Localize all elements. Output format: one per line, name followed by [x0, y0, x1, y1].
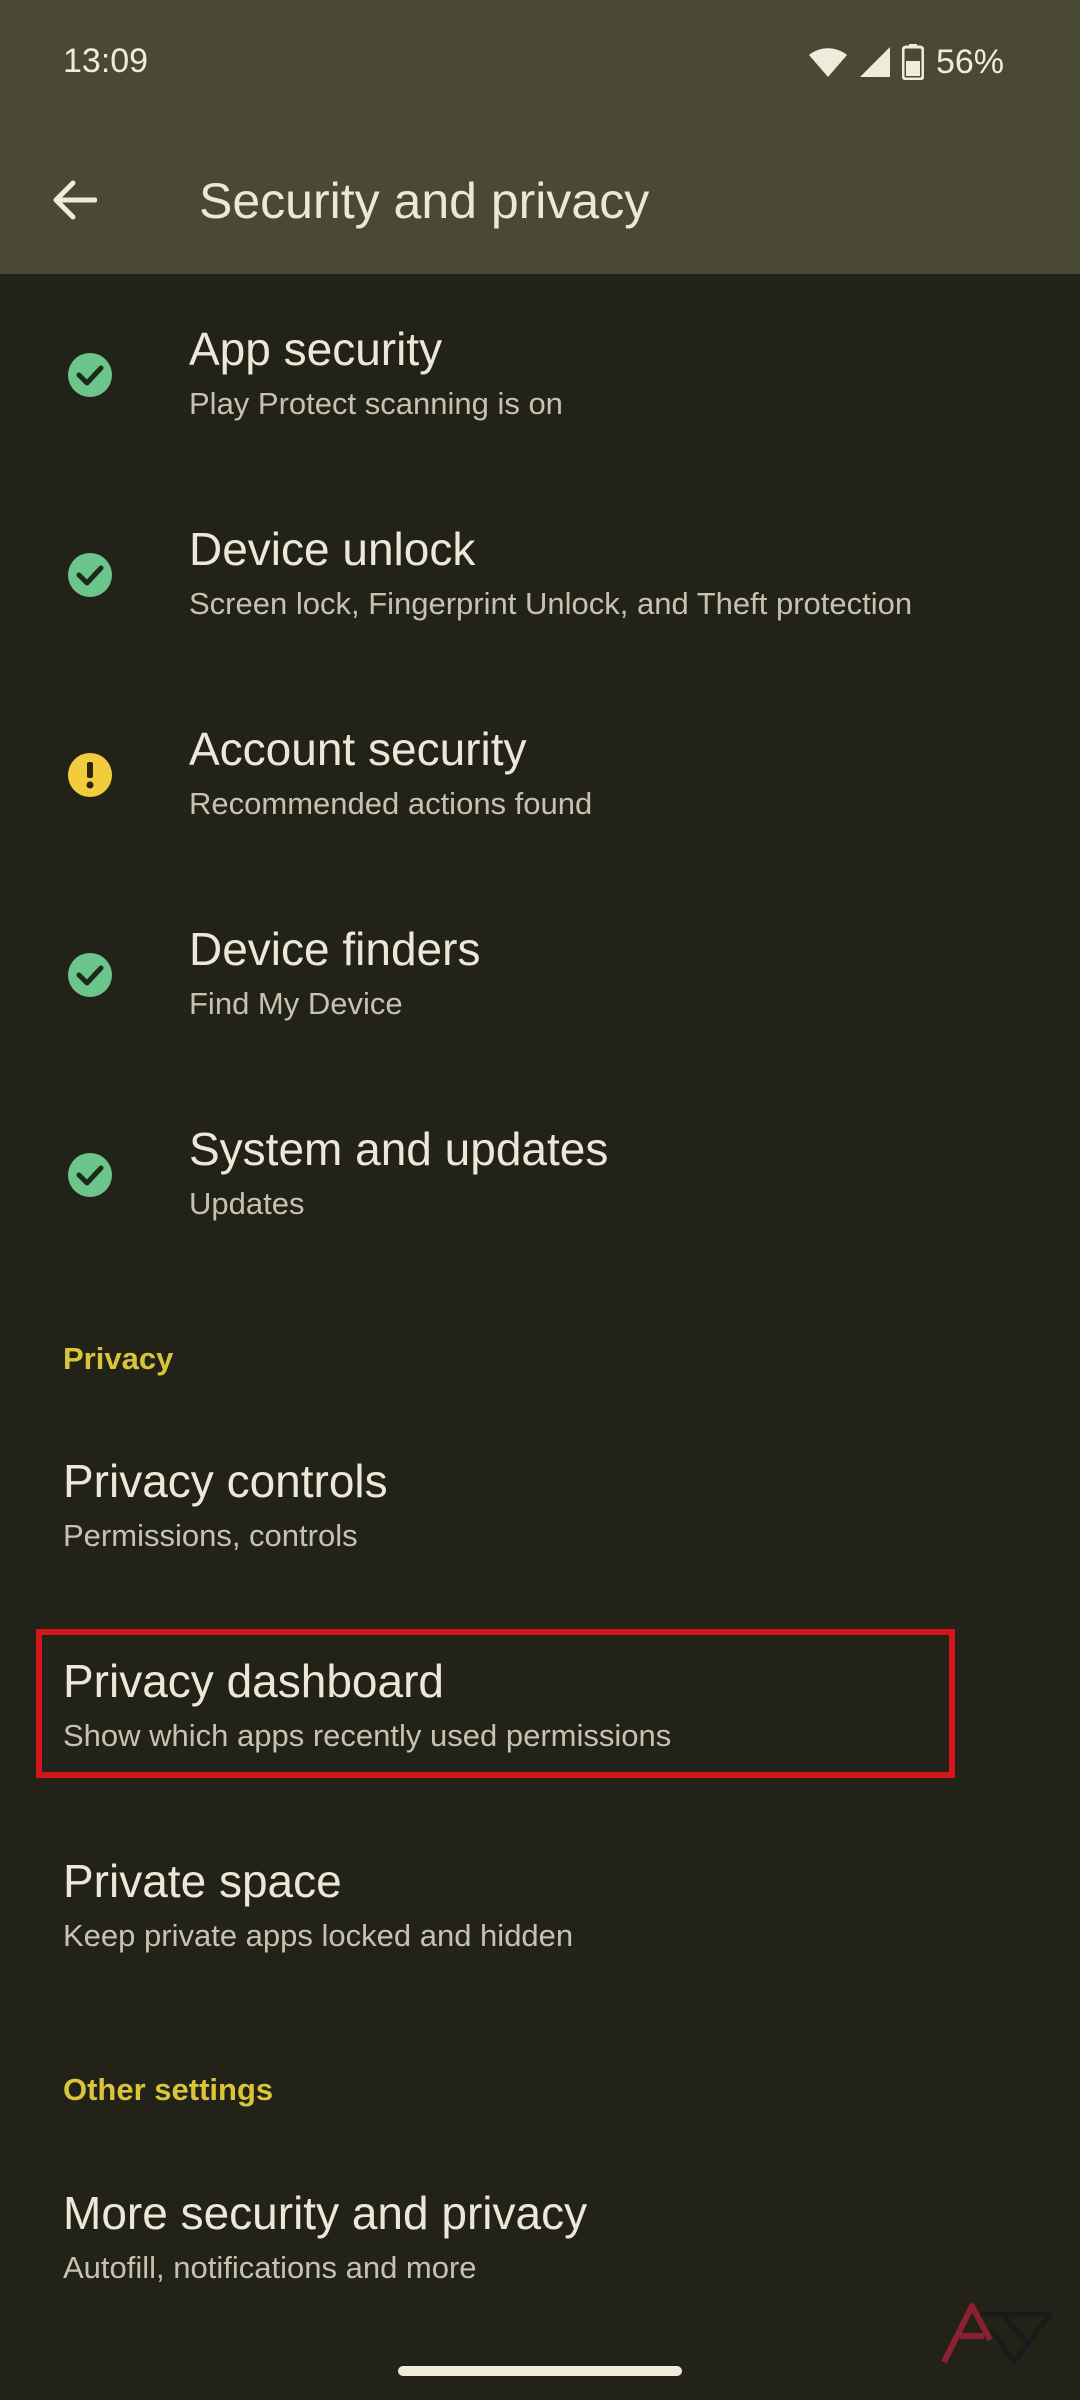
item-subtitle: Autofill, notifications and more: [63, 2250, 477, 2285]
item-title: Device finders: [189, 923, 481, 975]
check-circle-icon: [67, 952, 113, 998]
item-subtitle: Recommended actions found: [189, 786, 593, 821]
highlight-box: [36, 1629, 955, 1778]
android-police-logo: [940, 2296, 1053, 2366]
warning-circle-icon: [67, 752, 113, 798]
page-title: Security and privacy: [199, 173, 650, 229]
check-circle-icon: [67, 1152, 113, 1198]
list-item-privacy-controls[interactable]: Privacy controls Permissions, controls: [0, 1412, 1080, 1612]
item-subtitle: Screen lock, Fingerprint Unlock, and The…: [189, 586, 913, 621]
item-title: More security and privacy: [63, 2187, 588, 2239]
arrow-back-icon: [53, 180, 97, 220]
item-title: Account security: [189, 723, 527, 775]
item-subtitle: Find My Device: [189, 986, 403, 1021]
home-indicator[interactable]: [398, 2366, 682, 2376]
status-time: 13:09: [63, 42, 149, 80]
check-circle-icon: [67, 552, 113, 598]
section-header-other-settings: Other settings: [63, 2072, 274, 2107]
cell-signal-icon: [858, 45, 892, 79]
item-subtitle: Keep private apps locked and hidden: [63, 1918, 574, 1953]
section-header-privacy: Privacy: [63, 1341, 174, 1376]
check-circle-icon: [67, 352, 113, 398]
list-item-account-security[interactable]: Account security Recommended actions fou…: [0, 680, 1080, 880]
list-item-device-finders[interactable]: Device finders Find My Device: [0, 880, 1080, 1080]
item-subtitle: Play Protect scanning is on: [189, 386, 563, 421]
item-title: System and updates: [189, 1123, 609, 1175]
list-item-private-space[interactable]: Private space Keep private apps locked a…: [0, 1812, 1080, 2012]
wifi-icon: [808, 46, 848, 78]
item-title: Private space: [63, 1855, 342, 1907]
list-item-system-and-updates[interactable]: System and updates Updates: [0, 1080, 1080, 1280]
list-item-app-security[interactable]: App security Play Protect scanning is on: [0, 280, 1080, 480]
list-item-more-security-and-privacy[interactable]: More security and privacy Autofill, noti…: [0, 2144, 1080, 2344]
item-subtitle: Permissions, controls: [63, 1518, 358, 1553]
app-bar: 13:09 56% Security and privacy: [0, 0, 1080, 274]
back-button[interactable]: [44, 170, 104, 230]
battery-percentage: 56%: [935, 42, 1004, 81]
item-subtitle: Updates: [189, 1186, 305, 1221]
status-icons: 56%: [808, 40, 1004, 84]
item-title: Privacy controls: [63, 1455, 388, 1507]
list-item-device-unlock[interactable]: Device unlock Screen lock, Fingerprint U…: [0, 480, 1080, 680]
battery-icon: [901, 44, 924, 80]
screen: 13:09 56% Security and privacy App secur…: [0, 0, 1080, 2400]
item-title: Device unlock: [189, 523, 476, 575]
item-title: App security: [189, 323, 443, 375]
